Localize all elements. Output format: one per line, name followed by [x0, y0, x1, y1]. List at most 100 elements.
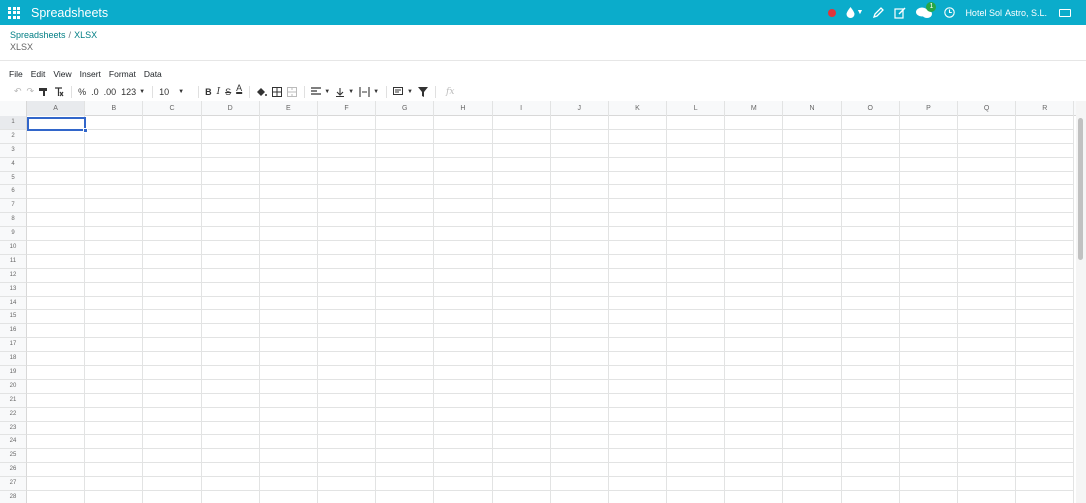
cell-j7[interactable] — [550, 199, 609, 214]
cell-n24[interactable] — [783, 435, 842, 450]
cell-p20[interactable] — [899, 379, 958, 394]
cell-o28[interactable] — [842, 491, 900, 503]
cell-h16[interactable] — [434, 324, 493, 339]
cell-k22[interactable] — [608, 407, 668, 422]
cell-n23[interactable] — [783, 421, 842, 436]
cell-k3[interactable] — [608, 143, 668, 158]
font-size-dropdown[interactable]: 10 ▼ — [159, 84, 184, 100]
column-header-m[interactable]: M — [725, 101, 784, 116]
cell-q1[interactable] — [958, 116, 1017, 130]
scrollbar-thumb[interactable] — [1078, 118, 1083, 260]
cell-l2[interactable] — [667, 129, 726, 144]
cell-g14[interactable] — [376, 296, 435, 311]
cell-c11[interactable] — [143, 254, 202, 269]
cell-g1[interactable] — [376, 116, 435, 130]
cell-b27[interactable] — [85, 477, 144, 492]
row-header-21[interactable]: 21 — [0, 393, 27, 408]
cell-c21[interactable] — [143, 393, 202, 408]
cell-g20[interactable] — [376, 379, 435, 394]
cell-p1[interactable] — [899, 116, 958, 130]
cell-e27[interactable] — [259, 477, 318, 492]
cell-q11[interactable] — [958, 254, 1017, 269]
cell-c26[interactable] — [143, 463, 202, 478]
cell-g13[interactable] — [376, 282, 435, 297]
cell-c24[interactable] — [143, 435, 202, 450]
cell-e12[interactable] — [259, 268, 318, 283]
cell-m23[interactable] — [725, 421, 784, 436]
cell-i16[interactable] — [492, 324, 551, 339]
cell-h11[interactable] — [434, 254, 493, 269]
cell-e10[interactable] — [259, 241, 318, 255]
cell-a2[interactable] — [27, 129, 86, 144]
cell-o9[interactable] — [841, 227, 900, 242]
cell-g11[interactable] — [376, 254, 435, 269]
cell-q6[interactable] — [958, 185, 1017, 200]
cell-b18[interactable] — [85, 352, 144, 367]
cell-h7[interactable] — [434, 199, 493, 214]
cell-e8[interactable] — [259, 213, 318, 228]
record-icon[interactable] — [827, 8, 836, 17]
row-header-2[interactable]: 2 — [0, 129, 27, 144]
cell-b26[interactable] — [85, 463, 144, 478]
cell-k16[interactable] — [608, 324, 668, 339]
cell-o15[interactable] — [841, 310, 900, 325]
grid-corner[interactable] — [0, 101, 27, 116]
cell-c6[interactable] — [143, 185, 202, 200]
cell-g9[interactable] — [376, 227, 435, 242]
cell-p5[interactable] — [899, 171, 958, 186]
cell-a9[interactable] — [27, 227, 86, 242]
menu-format[interactable]: Format — [109, 69, 136, 79]
column-header-q[interactable]: Q — [958, 101, 1017, 116]
cell-f10[interactable] — [317, 241, 377, 255]
cell-f4[interactable] — [317, 157, 377, 172]
cell-n5[interactable] — [783, 171, 842, 186]
cell-a8[interactable] — [27, 213, 86, 228]
cell-h22[interactable] — [434, 407, 493, 422]
cell-k20[interactable] — [608, 379, 668, 394]
cell-j11[interactable] — [550, 254, 609, 269]
cell-m2[interactable] — [725, 129, 784, 144]
cell-l25[interactable] — [667, 449, 726, 464]
column-header-i[interactable]: I — [493, 101, 551, 116]
cell-l23[interactable] — [667, 421, 726, 436]
cell-n25[interactable] — [783, 449, 842, 464]
cell-j17[interactable] — [550, 338, 609, 353]
cell-g4[interactable] — [376, 157, 435, 172]
cell-f13[interactable] — [317, 282, 377, 297]
cell-p22[interactable] — [899, 407, 958, 422]
cell-d23[interactable] — [201, 421, 260, 436]
cell-f28[interactable] — [318, 491, 377, 503]
cell-r5[interactable] — [1016, 171, 1075, 186]
row-header-6[interactable]: 6 — [0, 185, 27, 200]
cell-j18[interactable] — [550, 352, 609, 367]
cell-p13[interactable] — [899, 282, 958, 297]
row-header-10[interactable]: 10 — [0, 241, 27, 255]
cell-j3[interactable] — [550, 143, 609, 158]
cell-j14[interactable] — [550, 296, 609, 311]
cell-b9[interactable] — [85, 227, 144, 242]
cell-r14[interactable] — [1016, 296, 1075, 311]
cell-o24[interactable] — [841, 435, 900, 450]
conditional-format-dropdown[interactable]: ▼ — [393, 84, 413, 100]
borders-icon[interactable] — [272, 84, 283, 100]
cell-r2[interactable] — [1016, 129, 1075, 144]
cell-d4[interactable] — [201, 157, 260, 172]
cell-q23[interactable] — [958, 421, 1017, 436]
cell-c13[interactable] — [143, 282, 202, 297]
cell-m8[interactable] — [725, 213, 784, 228]
cell-n9[interactable] — [783, 227, 842, 242]
cell-i19[interactable] — [492, 366, 551, 380]
cell-c12[interactable] — [143, 268, 202, 283]
cell-h5[interactable] — [434, 171, 493, 186]
fill-color-icon[interactable] — [256, 84, 268, 100]
increase-decimal-button[interactable]: .00 — [104, 84, 117, 100]
cell-i22[interactable] — [492, 407, 551, 422]
cell-f25[interactable] — [317, 449, 377, 464]
cell-h27[interactable] — [434, 477, 493, 492]
cell-o19[interactable] — [841, 366, 900, 380]
cell-m13[interactable] — [725, 282, 784, 297]
cell-o8[interactable] — [841, 213, 900, 228]
cell-r13[interactable] — [1016, 282, 1075, 297]
cell-o26[interactable] — [841, 463, 900, 478]
cell-m25[interactable] — [725, 449, 784, 464]
